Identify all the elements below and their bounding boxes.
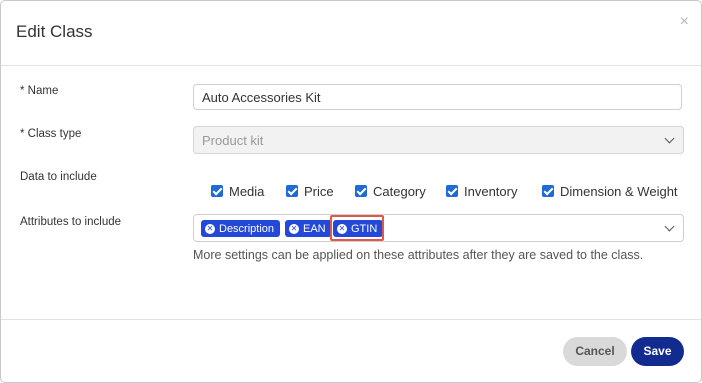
checkbox-checked-icon bbox=[542, 185, 554, 197]
cancel-button[interactable]: Cancel bbox=[563, 337, 627, 366]
tag-label: Description bbox=[219, 222, 275, 235]
remove-tag-icon[interactable]: ✕ bbox=[289, 223, 299, 234]
dialog-header: Edit Class × bbox=[1, 1, 701, 66]
class-type-value: Product kit bbox=[202, 133, 264, 148]
checkbox-dimension-weight[interactable]: Dimension & Weight bbox=[542, 182, 678, 200]
attributes-hint: More settings can be applied on these at… bbox=[193, 248, 644, 262]
checkbox-label: Category bbox=[373, 183, 426, 199]
class-type-label: * Class type bbox=[20, 128, 82, 140]
chevron-down-icon[interactable] bbox=[664, 221, 675, 232]
checkbox-checked-icon bbox=[446, 185, 458, 197]
class-type-select: Product kit bbox=[193, 126, 684, 154]
checkbox-checked-icon bbox=[355, 185, 367, 197]
checkbox-checked-icon bbox=[211, 185, 223, 197]
checkbox-inventory[interactable]: Inventory bbox=[446, 182, 517, 200]
checkbox-checked-icon bbox=[286, 185, 298, 197]
name-label: * Name bbox=[20, 85, 59, 97]
edit-class-dialog: Edit Class × * Name * Class type Product… bbox=[0, 0, 702, 383]
attributes-label: Attributes to include bbox=[20, 216, 122, 228]
chevron-down-icon bbox=[664, 133, 675, 144]
save-button[interactable]: Save bbox=[631, 337, 684, 366]
checkbox-label: Media bbox=[229, 183, 265, 199]
name-input[interactable] bbox=[193, 84, 682, 110]
checkbox-media[interactable]: Media bbox=[211, 182, 264, 200]
data-to-include-label: Data to include bbox=[20, 171, 97, 183]
checkbox-category[interactable]: Category bbox=[355, 182, 426, 200]
checkbox-price[interactable]: Price bbox=[286, 182, 334, 200]
tag-label: EAN bbox=[303, 222, 326, 235]
footer-divider bbox=[1, 319, 701, 320]
checkbox-label: Price bbox=[304, 183, 334, 199]
remove-tag-icon[interactable]: ✕ bbox=[205, 223, 215, 234]
attribute-tag-ean: ✕ EAN bbox=[285, 220, 332, 237]
attribute-tag-description: ✕ Description bbox=[201, 220, 281, 237]
close-icon[interactable]: × bbox=[680, 14, 689, 30]
dialog-title: Edit Class bbox=[16, 22, 93, 41]
gtin-highlight-box bbox=[330, 215, 384, 241]
attributes-multiselect[interactable]: ✕ Description ✕ EAN ✕ GTIN bbox=[193, 214, 684, 242]
checkbox-label: Dimension & Weight bbox=[560, 183, 678, 199]
checkbox-label: Inventory bbox=[464, 183, 518, 199]
